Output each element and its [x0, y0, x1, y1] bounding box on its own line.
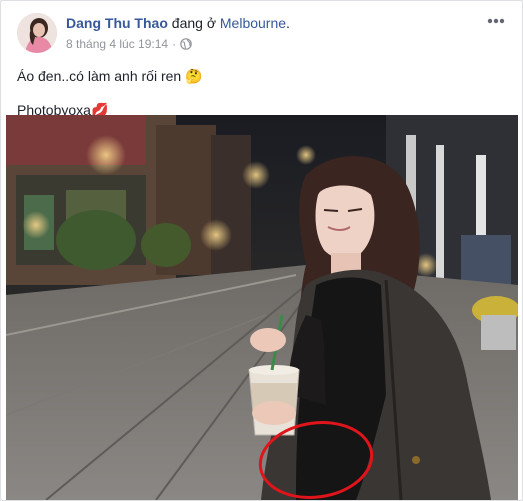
location-link[interactable]: Melbourne — [220, 15, 286, 31]
post-timestamp[interactable]: 8 tháng 4 lúc 19:14 — [66, 37, 168, 51]
post-header: Dang Thu Thao đang ở Melbourne. — [66, 15, 290, 31]
post-photo[interactable] — [6, 115, 518, 500]
facebook-post: Dang Thu Thao đang ở Melbourne. 8 tháng … — [0, 0, 523, 501]
status-text: đang ở — [171, 15, 216, 31]
globe-icon[interactable] — [180, 38, 192, 50]
meta-separator: · — [172, 37, 177, 51]
avatar-image — [17, 13, 57, 53]
more-options-icon[interactable] — [484, 11, 508, 31]
caption-line-1: Áo đen..có làm anh rối ren 🤔 — [17, 68, 203, 84]
post-meta: 8 tháng 4 lúc 19:14 · — [66, 37, 192, 51]
avatar[interactable] — [17, 13, 57, 53]
status-end: . — [286, 15, 290, 31]
author-name[interactable]: Dang Thu Thao — [66, 15, 168, 31]
